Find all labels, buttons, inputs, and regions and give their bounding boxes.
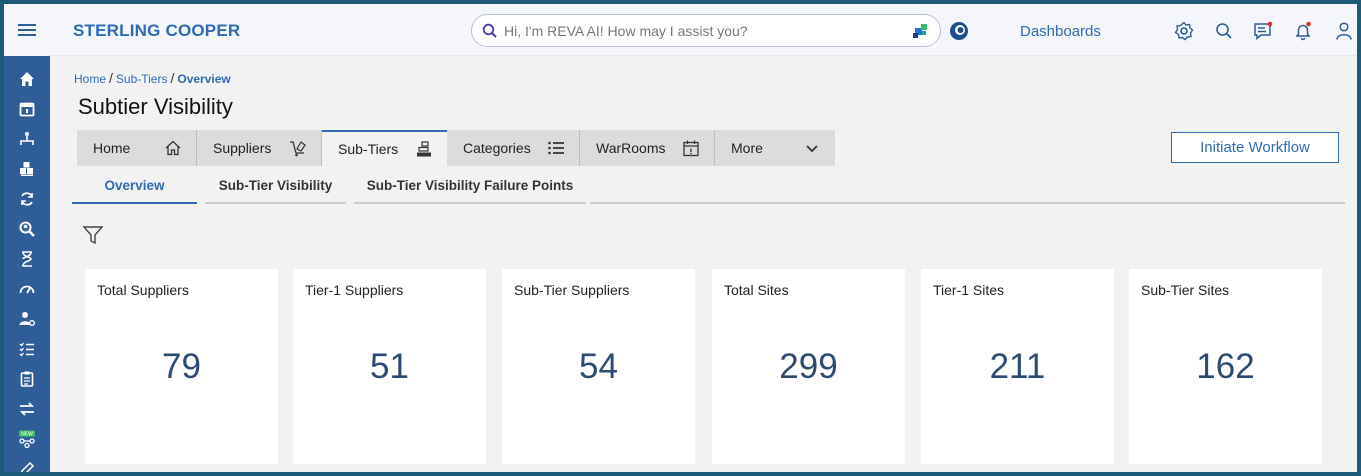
breadcrumb: Home / Sub-Tiers / Overview bbox=[74, 70, 231, 86]
breadcrumb-overview: Overview bbox=[177, 72, 231, 86]
kpi-card[interactable]: Total Suppliers 79 bbox=[85, 269, 278, 464]
subtab-overview[interactable]: Overview bbox=[72, 168, 197, 204]
subtab-sub-tier-visibility-failure-points[interactable]: Sub-Tier Visibility Failure Points bbox=[354, 168, 586, 204]
subtab-divider bbox=[590, 168, 1345, 204]
transfer-icon[interactable] bbox=[4, 394, 50, 424]
hourglass-icon[interactable] bbox=[4, 244, 50, 274]
settings-icon[interactable] bbox=[1174, 21, 1194, 41]
messages-icon[interactable] bbox=[1253, 21, 1273, 41]
hierarchy-icon[interactable] bbox=[4, 124, 50, 154]
calendar-icon[interactable] bbox=[4, 94, 50, 124]
tab-warrooms[interactable]: WarRooms bbox=[580, 130, 715, 166]
boxes-icon[interactable] bbox=[4, 154, 50, 184]
clipboard-icon[interactable] bbox=[4, 364, 50, 394]
kpi-value: 54 bbox=[579, 347, 618, 386]
sub-tabs: Overview Sub-Tier Visibility Sub-Tier Vi… bbox=[72, 168, 1357, 204]
kpi-value: 299 bbox=[779, 347, 838, 386]
tab-label: Suppliers bbox=[213, 140, 272, 156]
new-network-icon[interactable]: NEW bbox=[4, 424, 50, 454]
home-icon[interactable] bbox=[4, 64, 50, 94]
main-tabs: Home Suppliers Sub-Tiers Categories WarR… bbox=[77, 130, 835, 166]
hamburger-icon[interactable] bbox=[18, 21, 36, 39]
list-icon bbox=[548, 141, 564, 155]
tab-label: More bbox=[731, 140, 763, 156]
kpi-card[interactable]: Tier-1 Suppliers 51 bbox=[293, 269, 486, 464]
kpi-value: 211 bbox=[989, 347, 1046, 386]
search-input[interactable] bbox=[504, 22, 910, 39]
kpi-label: Tier-1 Sites bbox=[933, 282, 1005, 298]
refresh-icon[interactable] bbox=[4, 184, 50, 214]
notifications-icon[interactable] bbox=[1293, 21, 1313, 41]
initiate-workflow-button[interactable]: Initiate Workflow bbox=[1171, 132, 1339, 163]
tab-sub-tiers[interactable]: Sub-Tiers bbox=[322, 130, 447, 166]
dashboards-link[interactable]: Dashboards bbox=[1020, 23, 1101, 40]
sidebar: NEW bbox=[4, 4, 50, 472]
home-icon bbox=[165, 140, 181, 156]
calendar-icon bbox=[683, 140, 699, 157]
tab-home[interactable]: Home bbox=[77, 130, 197, 166]
kpi-label: Sub-Tier Suppliers bbox=[514, 282, 630, 298]
search-box[interactable] bbox=[471, 14, 941, 47]
filter-icon[interactable] bbox=[82, 224, 104, 246]
user-settings-icon[interactable] bbox=[4, 304, 50, 334]
kpi-value: 79 bbox=[162, 347, 201, 386]
kpi-label: Total Sites bbox=[724, 282, 789, 298]
sidebar-nav: NEW bbox=[4, 64, 50, 472]
tab-label: Home bbox=[93, 140, 131, 156]
user-icon[interactable] bbox=[1334, 21, 1354, 41]
checklist-icon[interactable] bbox=[4, 334, 50, 364]
kpi-value: 51 bbox=[370, 347, 409, 386]
breadcrumb-separator: / bbox=[170, 70, 175, 86]
kpi-card[interactable]: Total Sites 299 bbox=[712, 269, 905, 464]
kpi-label: Sub-Tier Sites bbox=[1141, 282, 1230, 298]
brand-name[interactable]: STERLING COOPER bbox=[73, 21, 240, 41]
svg-text:NEW: NEW bbox=[21, 431, 33, 437]
search-icon[interactable] bbox=[1214, 21, 1234, 41]
breadcrumb-separator: / bbox=[109, 70, 113, 86]
reva-icon[interactable] bbox=[948, 20, 970, 42]
menu-toggle[interactable] bbox=[4, 4, 50, 56]
app-frame: NEW STERLING COOPER Dashboards Home/Sub-… bbox=[4, 4, 1357, 472]
gauge-icon[interactable] bbox=[4, 274, 50, 304]
breadcrumb-home[interactable]: Home bbox=[74, 72, 106, 86]
chevron-down-icon bbox=[806, 145, 818, 153]
tab-categories[interactable]: Categories bbox=[447, 130, 580, 166]
page-title: Subtier Visibility bbox=[78, 94, 233, 119]
kpi-label: Tier-1 Suppliers bbox=[305, 282, 404, 298]
breadcrumb-sub-tiers[interactable]: Sub-Tiers bbox=[116, 72, 168, 86]
suppliers-icon bbox=[290, 141, 306, 157]
tab-more[interactable]: More bbox=[715, 130, 835, 166]
tab-suppliers[interactable]: Suppliers bbox=[197, 130, 322, 166]
kpi-value: 162 bbox=[1196, 347, 1255, 386]
tab-label: Sub-Tiers bbox=[338, 141, 399, 157]
edit-icon[interactable] bbox=[4, 454, 50, 472]
search-user-icon[interactable] bbox=[4, 214, 50, 244]
subtab-sub-tier-visibility[interactable]: Sub-Tier Visibility bbox=[205, 168, 346, 204]
ai-assistant-icon[interactable] bbox=[910, 20, 932, 42]
tab-label: Categories bbox=[463, 140, 531, 156]
kpi-card[interactable]: Sub-Tier Suppliers 54 bbox=[502, 269, 695, 464]
tab-label: WarRooms bbox=[596, 140, 666, 156]
kpi-label: Total Suppliers bbox=[97, 282, 189, 298]
kpi-card[interactable]: Tier-1 Sites 211 bbox=[921, 269, 1114, 464]
top-bar: STERLING COOPER Dashboards bbox=[50, 4, 1357, 56]
main-content: Home / Sub-Tiers / Overview Subtier Visibili… bbox=[50, 56, 1357, 472]
sub-tiers-icon bbox=[417, 141, 431, 157]
search-icon bbox=[482, 23, 497, 38]
kpi-card[interactable]: Sub-Tier Sites 162 bbox=[1129, 269, 1322, 464]
